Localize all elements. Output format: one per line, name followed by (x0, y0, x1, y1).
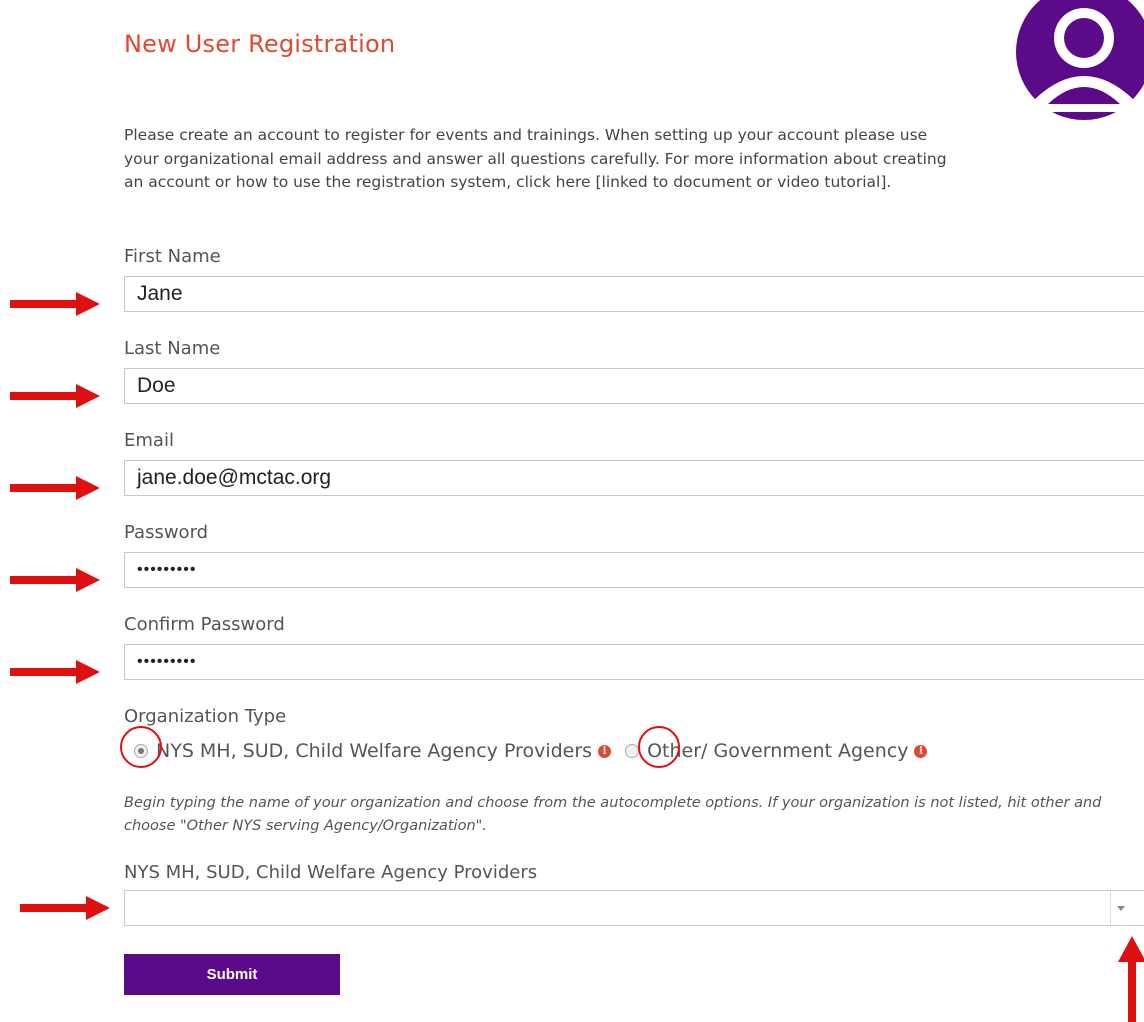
organization-type-label: Organization Type (124, 706, 287, 727)
provider-select-label: NYS MH, SUD, Child Welfare Agency Provid… (124, 862, 538, 883)
red-arrow-icon (20, 896, 110, 920)
radio-other-government[interactable] (625, 744, 640, 758)
email-label: Email (124, 430, 174, 451)
page-title: New User Registration (124, 30, 396, 58)
last-name-field[interactable]: Doe (124, 368, 1144, 404)
red-arrow-icon (10, 292, 100, 316)
last-name-label: Last Name (124, 338, 221, 359)
annotation-circle (120, 726, 162, 768)
intro-text: Please create an account to register for… (124, 126, 947, 191)
red-arrow-icon (1118, 936, 1144, 1022)
first-name-field[interactable]: Jane (124, 276, 1144, 312)
info-icon[interactable]: i (914, 744, 928, 758)
organization-type-group: NYS MH, SUD, Child Welfare Agency Provid… (124, 736, 928, 766)
annotation-circle (638, 726, 680, 768)
user-avatar-icon (1016, 0, 1144, 120)
info-icon[interactable]: i (598, 744, 612, 758)
submit-button[interactable]: Submit (124, 954, 340, 995)
chevron-down-icon[interactable] (1110, 891, 1133, 925)
radio-nys-providers-label[interactable]: NYS MH, SUD, Child Welfare Agency Provid… (156, 740, 592, 762)
red-arrow-icon (10, 660, 100, 684)
password-field[interactable]: ••••••••• (124, 552, 1144, 588)
confirm-password-field[interactable]: ••••••••• (124, 644, 1144, 680)
confirm-password-label: Confirm Password (124, 614, 285, 635)
email-field[interactable]: jane.doe@mctac.org (124, 460, 1144, 496)
provider-select[interactable] (124, 890, 1144, 926)
red-arrow-icon (10, 476, 100, 500)
first-name-label: First Name (124, 246, 221, 267)
organization-help-text: Begin typing the name of your organizati… (124, 795, 1102, 834)
red-arrow-icon (10, 568, 100, 592)
radio-other-government-label[interactable]: Other/ Government Agency (647, 740, 908, 762)
password-label: Password (124, 522, 209, 543)
red-arrow-icon (10, 384, 100, 408)
